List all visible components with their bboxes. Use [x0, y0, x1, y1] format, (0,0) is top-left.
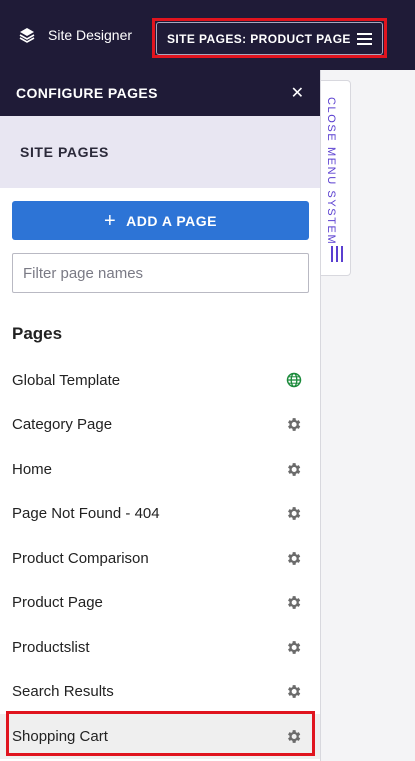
page-name: Product Page — [12, 594, 103, 612]
page-name: Search Results — [12, 683, 114, 701]
site-pages-label: SITE PAGES: PRODUCT PAGE — [167, 31, 351, 46]
page-name: Product Comparison — [12, 549, 149, 567]
close-icon[interactable]: ✕ — [291, 83, 304, 103]
gear-icon[interactable] — [285, 505, 302, 522]
page-list-item[interactable]: Product Comparison — [0, 536, 320, 581]
brand-label: Site Designer — [48, 27, 133, 43]
page-name: Page Not Found - 404 — [12, 505, 160, 523]
page-list-item[interactable]: Shopping Cart — [0, 714, 320, 759]
site-pages-button[interactable]: SITE PAGES: PRODUCT PAGE — [156, 22, 383, 55]
gear-icon[interactable] — [285, 550, 302, 567]
page-name: Shopping Cart — [12, 727, 108, 745]
page-list-item[interactable]: Product Page — [0, 581, 320, 626]
bars-icon — [331, 246, 343, 262]
panel-header: CONFIGURE PAGES ✕ — [0, 70, 320, 116]
page-list-item[interactable]: Page Not Found - 404 — [0, 492, 320, 537]
gear-icon[interactable] — [285, 683, 302, 700]
page-list-item[interactable]: Productslist — [0, 625, 320, 670]
globe-icon[interactable] — [286, 372, 302, 388]
page-list-item[interactable]: Home — [0, 447, 320, 492]
hamburger-icon — [357, 30, 372, 48]
panel-title: CONFIGURE PAGES — [16, 85, 158, 101]
gear-icon[interactable] — [285, 416, 302, 433]
gear-icon[interactable] — [285, 728, 302, 745]
close-menu-system-label: CLOSE MENU SYSTEM — [325, 97, 337, 246]
page-name: Global Template — [12, 371, 121, 389]
gear-icon[interactable] — [285, 639, 302, 656]
site-designer-brand[interactable]: Site Designer — [18, 26, 132, 44]
configure-pages-panel: CONFIGURE PAGES ✕ SITE PAGES + ADD A PAG… — [0, 70, 321, 761]
page-list: Global Template Category Page Home Page Not… — [0, 358, 320, 759]
page-name: Productslist — [12, 638, 90, 656]
pages-heading: Pages — [12, 324, 63, 343]
page-name: Category Page — [12, 416, 113, 434]
close-menu-system-tab[interactable]: CLOSE MENU SYSTEM — [321, 80, 351, 276]
page-list-item[interactable]: Search Results — [0, 670, 320, 715]
page-name: Home — [12, 460, 53, 478]
page-list-item[interactable]: Global Template — [0, 358, 320, 403]
plus-icon: + — [103, 209, 117, 232]
add-page-label: ADD A PAGE — [126, 212, 217, 229]
gear-icon[interactable] — [285, 594, 302, 611]
add-page-button[interactable]: + ADD A PAGE — [12, 201, 309, 240]
top-bar: Site Designer SITE PAGES: PRODUCT PAGE — [0, 0, 415, 70]
layers-icon — [18, 26, 36, 44]
section-title: SITE PAGES — [0, 116, 320, 188]
gear-icon[interactable] — [285, 461, 302, 478]
filter-page-names-input[interactable] — [12, 253, 309, 293]
page-list-item[interactable]: Category Page — [0, 403, 320, 448]
